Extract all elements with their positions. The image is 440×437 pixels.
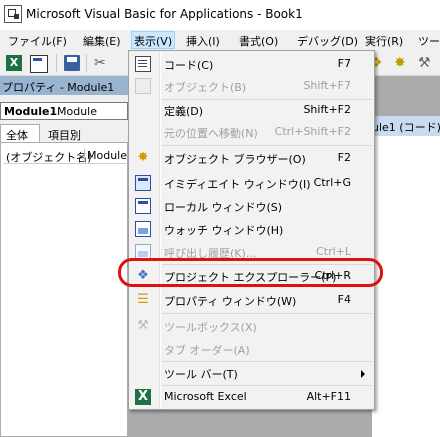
menu-item-label: イミディエイト ウィンドウ(I) [164, 178, 311, 191]
excel-icon: X [135, 389, 151, 405]
object-select-dropdown[interactable]: Module1 Module [0, 102, 128, 120]
locals-window-icon [135, 198, 151, 214]
cut-icon[interactable]: ✂ [94, 55, 110, 71]
menu-item-toolbars[interactable]: ツール バー(T) [130, 362, 374, 384]
menu-item-label: ツールボックス(X) [164, 321, 257, 334]
property-key: (オブジェクト名) [6, 151, 92, 164]
menu-item-toolbox[interactable]: ⚒ ツールボックス(X) [130, 315, 374, 337]
menu-item-shortcut: Ctrl+L [316, 245, 351, 258]
toolbox-icon: ⚒ [137, 318, 149, 333]
menu-item-label: オブジェクト(B) [164, 81, 247, 94]
menu-debug[interactable]: デバッグ(D) [297, 33, 358, 49]
menu-insert[interactable]: 挿入(I) [186, 33, 220, 49]
menu-item-immediate-window[interactable]: イミディエイト ウィンドウ(I) Ctrl+G [130, 172, 374, 194]
menu-item-shortcut: Ctrl+Shift+F2 [274, 125, 351, 138]
menu-item-tab-order[interactable]: タブ オーダー(A) [130, 338, 374, 360]
menu-item-object-browser[interactable]: ✸ オブジェクト ブラウザー(O) F2 [130, 147, 374, 169]
menu-item-label: オブジェクト ブラウザー(O) [164, 153, 306, 166]
menu-run[interactable]: 実行(R) [365, 33, 403, 49]
properties-window-icon: ☰ [137, 292, 149, 307]
menu-separator [162, 313, 372, 314]
tab-alphabetic-label: 全体 [6, 129, 28, 142]
object-browser-icon: ✸ [137, 150, 149, 165]
menu-item-shortcut: F7 [337, 57, 351, 70]
object-browser-icon[interactable]: ✸ [394, 55, 410, 71]
menu-item-locals-window[interactable]: ローカル ウィンドウ(S) [130, 195, 374, 217]
properties-grid [0, 142, 128, 437]
object-select-type: Module [57, 105, 97, 118]
menu-item-shortcut: F2 [337, 151, 351, 164]
excel-icon[interactable]: X [6, 55, 22, 71]
menu-item-shortcut: Shift+F7 [303, 79, 351, 92]
menu-item-label: ローカル ウィンドウ(S) [164, 201, 283, 214]
code-editor[interactable] [372, 136, 440, 437]
tab-categorized[interactable]: 項目別 [42, 126, 88, 142]
vba-app-icon [4, 5, 22, 23]
title-bar: Microsoft Visual Basic for Applications … [0, 0, 440, 30]
view-menu-dropdown: コード(C) F7 オブジェクト(B) Shift+F7 定義(D) Shift… [128, 50, 375, 410]
watch-window-icon [135, 221, 151, 237]
menu-separator [162, 145, 372, 146]
property-row[interactable]: (オブジェクト名) Module1 [4, 148, 134, 164]
menu-bar: ファイル(F) 編集(E) 表示(V) 挿入(I) 書式(O) デバッグ(D) … [0, 30, 440, 50]
menu-item-definition[interactable]: 定義(D) Shift+F2 [130, 99, 374, 121]
code-window-title: ule1 (コード) [372, 121, 440, 134]
menu-item-label: 定義(D) [164, 105, 204, 118]
insert-userform-icon[interactable] [30, 55, 48, 73]
submenu-arrow-icon [361, 370, 365, 378]
menu-item-last-position[interactable]: 元の位置へ移動(N) Ctrl+Shift+F2 [130, 121, 374, 143]
menu-view[interactable]: 表示(V) [131, 31, 176, 49]
menu-format[interactable]: 書式(O) [239, 33, 278, 49]
menu-item-shortcut: Shift+F2 [303, 103, 351, 116]
menu-item-label: コード(C) [164, 59, 214, 72]
properties-pane-title: プロパティ - Module1 [2, 81, 115, 94]
immediate-window-icon [135, 175, 151, 191]
properties-pane-header: プロパティ - Module1 [0, 76, 128, 95]
menu-item-label: ツール バー(T) [164, 368, 238, 381]
menu-item-label: ウォッチ ウィンドウ(H) [164, 224, 284, 237]
highlight-ring [118, 258, 383, 287]
object-select-name: Module1 [4, 105, 58, 118]
menu-item-label: タブ オーダー(A) [164, 344, 250, 357]
window-title: Microsoft Visual Basic for Applications … [26, 7, 303, 21]
toolbar-separator [86, 54, 87, 72]
menu-edit[interactable]: 編集(E) [83, 33, 121, 49]
menu-item-shortcut: Alt+F11 [306, 390, 351, 403]
menu-file[interactable]: ファイル(F) [8, 33, 67, 49]
menu-tools[interactable]: ツー [418, 33, 440, 49]
menu-item-microsoft-excel[interactable]: X Microsoft Excel Alt+F11 [130, 386, 374, 408]
menu-item-label: プロパティ ウィンドウ(W) [164, 295, 297, 308]
menu-item-code[interactable]: コード(C) F7 [130, 53, 374, 75]
tab-categorized-label: 項目別 [48, 129, 81, 142]
menu-item-label: Microsoft Excel [164, 390, 247, 403]
tab-alphabetic[interactable]: 全体 [0, 124, 40, 142]
menu-item-shortcut: Ctrl+G [313, 176, 351, 189]
code-window-titlebar[interactable]: ule1 (コード) [372, 116, 440, 136]
menu-item-label: 元の位置へ移動(N) [164, 127, 258, 140]
code-window-icon [135, 56, 151, 72]
toolbar-separator [56, 54, 57, 72]
menu-item-shortcut: F4 [337, 293, 351, 306]
menu-item-watch-window[interactable]: ウォッチ ウィンドウ(H) [130, 218, 374, 240]
toolbox-icon[interactable]: ⚒ [418, 55, 434, 71]
menu-item-properties-window[interactable]: ☰ プロパティ ウィンドウ(W) F4 [130, 289, 374, 311]
property-value[interactable]: Module1 [84, 149, 134, 162]
save-icon[interactable] [64, 55, 80, 71]
menu-item-object[interactable]: オブジェクト(B) Shift+F7 [130, 75, 374, 97]
object-icon [135, 78, 151, 94]
